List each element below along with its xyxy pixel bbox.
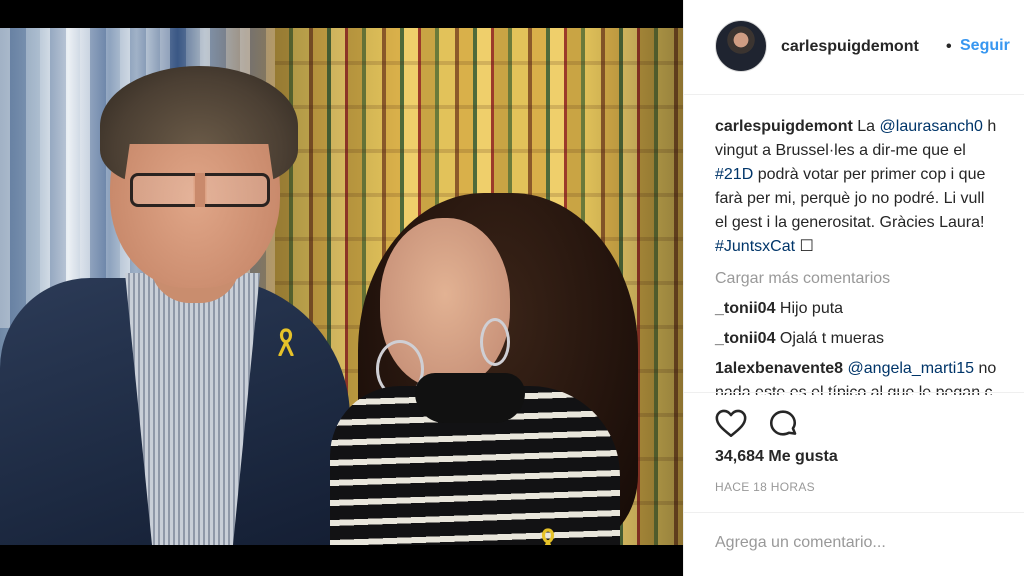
comment-text: Ojalá t mueras	[779, 330, 884, 347]
post-photo-panel	[0, 0, 683, 576]
separator-dot: •	[946, 38, 952, 55]
caption-text: podrà votar per primer cop i que	[753, 166, 986, 183]
post-caption: carlespuigdemont La @laurasanch0 h vingu…	[715, 115, 1024, 259]
hoop-earring-right	[480, 318, 510, 366]
comment-username[interactable]: 1alexbenavente8	[715, 360, 843, 377]
emoji-placeholder-icon: ☐	[799, 238, 814, 255]
caption-line-1: carlespuigdemont La @laurasanch0 h	[715, 115, 1024, 139]
post-header: carlespuigdemont • Seguir	[684, 0, 1024, 95]
load-more-comments-button[interactable]: Cargar más comentarios	[715, 267, 1024, 291]
caption-text: h	[982, 118, 997, 135]
caption-hashtag[interactable]: #JuntsxCat	[715, 238, 795, 255]
add-comment-section	[684, 512, 1024, 576]
comment-bubble-icon[interactable]	[766, 406, 800, 440]
avatar[interactable]	[715, 20, 767, 72]
woman-turtleneck-collar	[415, 373, 525, 423]
likes-count[interactable]: 34,684 Me gusta	[715, 448, 838, 466]
header-username[interactable]: carlespuigdemont	[781, 38, 919, 56]
heart-icon[interactable]	[714, 406, 748, 440]
yellow-ribbon-icon	[541, 528, 555, 545]
caption-line-3: #21D podrà votar per primer cop i que	[715, 163, 1024, 187]
comment-username[interactable]: _tonii04	[715, 330, 775, 347]
comment-username[interactable]: _tonii04	[715, 300, 775, 317]
caption-hashtag[interactable]: #21D	[715, 166, 753, 183]
post-photo[interactable]	[0, 28, 683, 545]
caption-mention[interactable]: @laurasanch0	[880, 118, 983, 135]
comment-item: _tonii04 Hijo puta	[715, 297, 1024, 321]
caption-line-4: farà per mi, perquè jo no podré. Li vull	[715, 190, 985, 207]
comment-mention[interactable]: @angela_marti15	[848, 360, 975, 377]
post-sidebar: carlespuigdemont • Seguir carlespuigdemo…	[683, 0, 1024, 576]
man-glasses	[130, 173, 270, 207]
post-timestamp: HACE 18 HORAS	[715, 480, 815, 494]
post-actions: 34,684 Me gusta HACE 18 HORAS	[684, 392, 1024, 512]
comment-item: _tonii04 Ojalá t mueras	[715, 327, 1024, 351]
caption-line-6: #JuntsxCat ☐	[715, 235, 1024, 259]
comments-list: carlespuigdemont La @laurasanch0 h vingu…	[715, 115, 1024, 395]
caption-username[interactable]: carlespuigdemont	[715, 118, 853, 135]
comment-item: 1alexbenavente8 @angela_marti15 no	[715, 357, 1024, 381]
add-comment-input[interactable]	[715, 529, 1015, 557]
caption-text: La	[857, 118, 880, 135]
caption-line-5: el gest i la generositat. Gràcies Laura!	[715, 214, 985, 231]
comment-text: no	[974, 360, 997, 377]
comment-text: Hijo puta	[779, 300, 844, 317]
follow-button[interactable]: Seguir	[960, 37, 1010, 55]
caption-line-2: vingut a Brussel·les a dir-me que el	[715, 142, 966, 159]
yellow-ribbon-icon	[278, 328, 294, 356]
